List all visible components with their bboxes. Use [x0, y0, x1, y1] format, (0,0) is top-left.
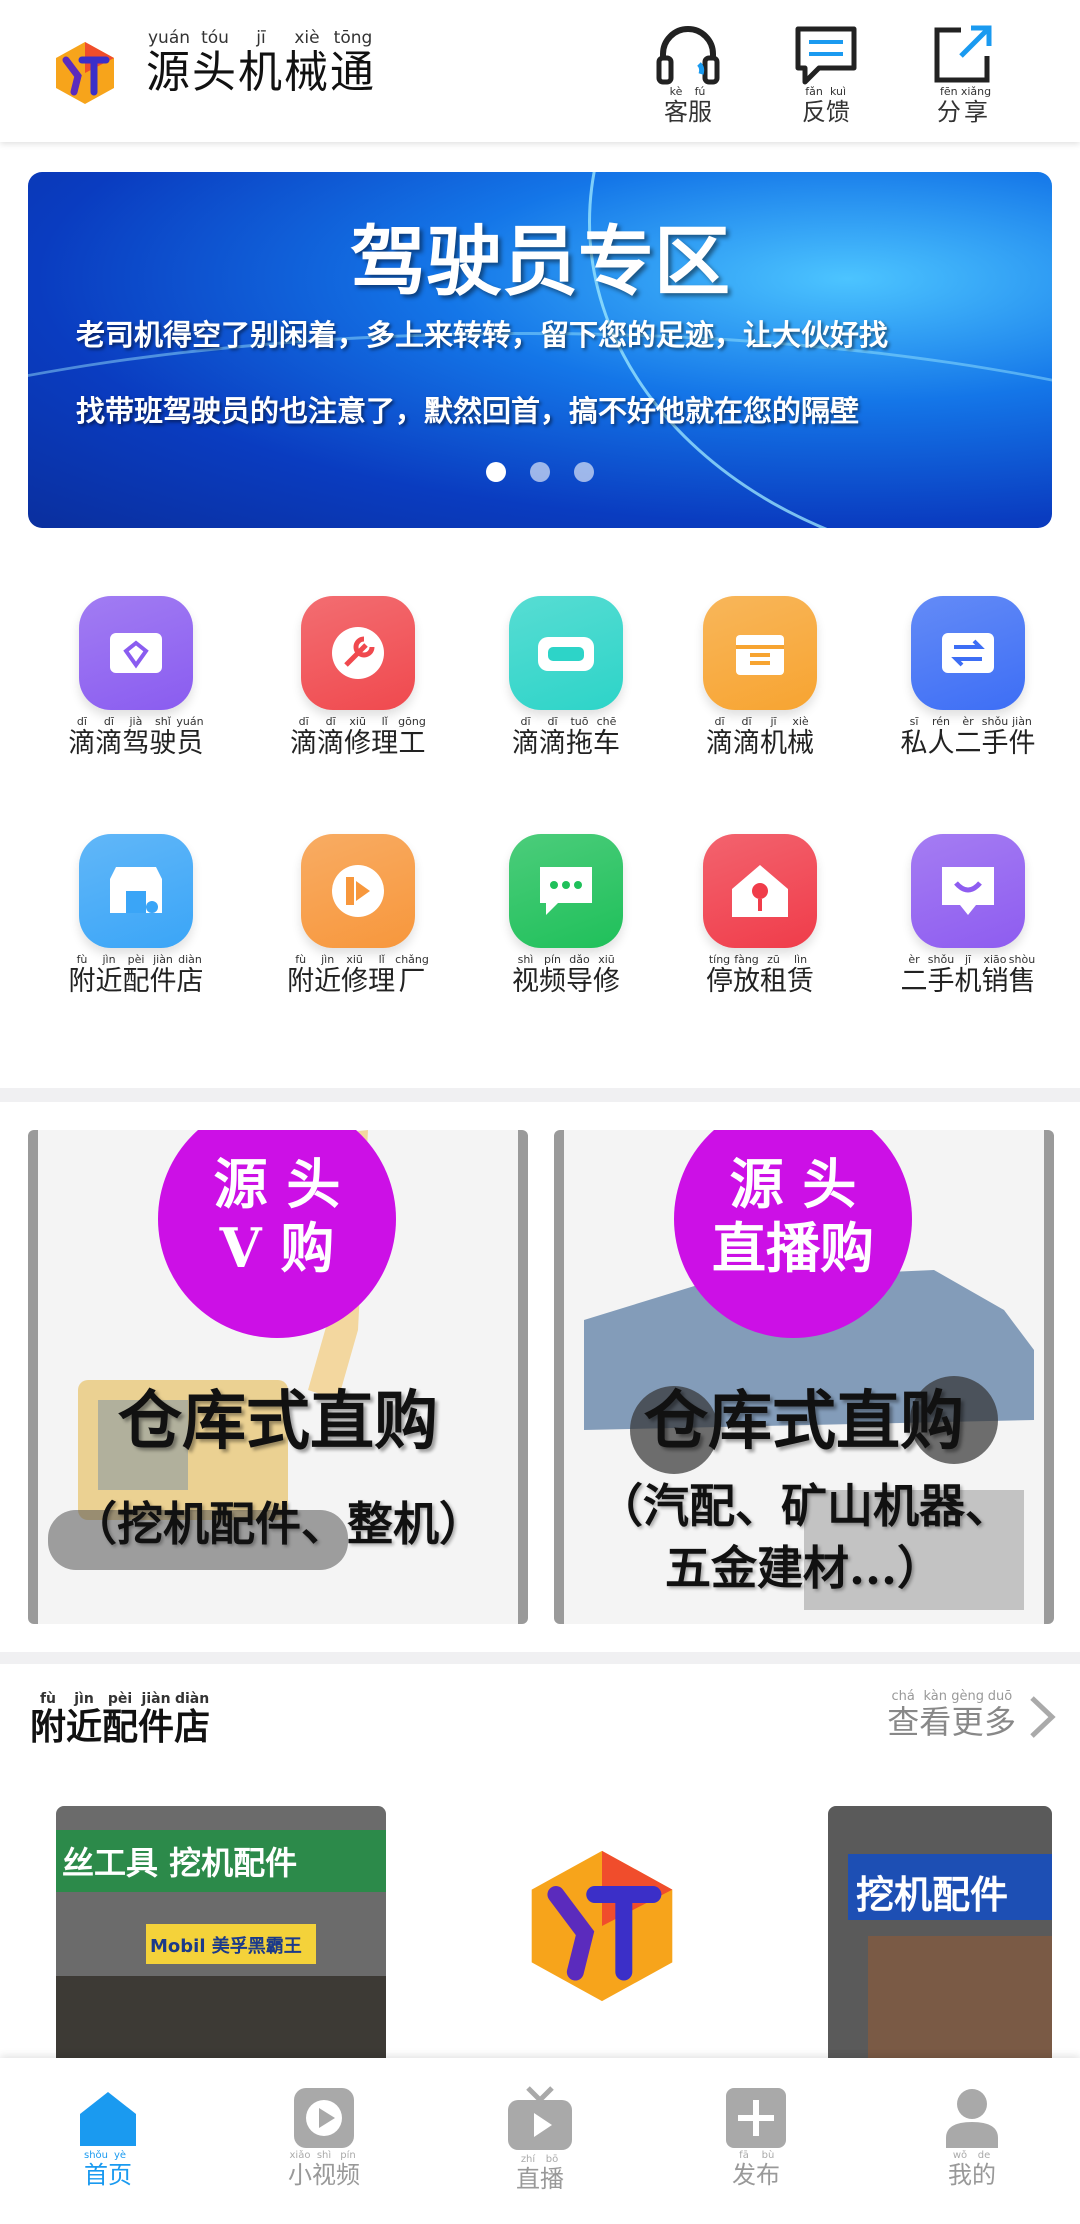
section-divider — [0, 1652, 1080, 1664]
grid-item-machinery[interactable]: 滴dī滴dī机jī械xiè — [660, 596, 860, 760]
top-header: 源yuán头tóu机jī械xiè通tōng 客kè服fú 反fǎn馈kuì 分f… — [0, 0, 1080, 142]
headset-icon — [656, 26, 720, 85]
grid-icon-bg — [301, 596, 415, 710]
feedback-button[interactable]: 反fǎn馈kuì — [776, 24, 876, 128]
chevron-right-icon — [1030, 1695, 1056, 1738]
customer-service-button[interactable]: 客kè服fú — [638, 24, 738, 128]
grid-item-label: 滴dī滴dī修xiū理lǐ工gōng — [290, 715, 426, 759]
smile-message-icon — [942, 867, 994, 915]
grid-item-repair-shop[interactable]: 附fù近jìn修xiū理lǐ厂chǎng — [258, 834, 458, 998]
grid-item-label: 滴dī滴dī机jī械xiè — [706, 715, 814, 759]
nav-home[interactable]: 首shǒu页yè — [28, 2086, 188, 2190]
banner-line-1: 老司机得空了别闲着，多上来转转，留下您的足迹，让大伙好找 — [76, 318, 889, 352]
banner-line-2: 找带班驾驶员的也注意了，默然回首，搞不好他就在您的隔壁 — [76, 394, 860, 428]
bottom-navigation: 首shǒu页yè 小xiǎo视shì频pín 直zhí播bō 发fā布bù 我w… — [0, 2058, 1080, 2224]
grid-item-label: 私sī人rén二èr手shǒu件jiàn — [900, 715, 1036, 759]
promo-subtitle: （汽配、矿山机器、 — [597, 1479, 1011, 1533]
promo-headline: 仓库式直购 — [644, 1384, 964, 1459]
grid-item-driver[interactable]: 滴dī滴dī驾jià驶shǐ员yuán — [36, 596, 236, 760]
grid-item-video-repair[interactable]: 视shì频pín导dǎo修xiū — [466, 834, 666, 998]
carousel-indicator[interactable] — [28, 462, 1052, 486]
promo-subtitle: （挖机配件、整机） — [71, 1497, 485, 1551]
grid-item-label: 滴dī滴dī驾jià驶shǐ员yuán — [68, 715, 204, 759]
promo-card-live-purchase[interactable]: 源 头直播购 仓库式直购 （汽配、矿山机器、 五金建材...） — [554, 1130, 1054, 1624]
see-more-link[interactable]: 查chá看kàn更gèng多duō — [887, 1689, 1058, 1743]
driver-zone-banner[interactable]: 驾驶员专区 老司机得空了别闲着，多上来转转，留下您的足迹，让大伙好找 找带班驾驶… — [28, 172, 1052, 528]
nearby-stores-title: 附fù近jìn配pèi件jiàn店diàn — [30, 1691, 211, 1748]
grid-item-label: 滴dī滴dī拖tuō车chē — [512, 715, 620, 759]
chat-bubble-icon — [540, 867, 592, 915]
shop-sign: 挖机配件 — [848, 1854, 1052, 1920]
wrench-icon — [332, 627, 384, 679]
grid-item-used-parts[interactable]: 私sī人rén二èr手shǒu件jiàn — [868, 596, 1068, 760]
grid-item-parts-store[interactable]: 附fù近jìn配pèi件jiàn店diàn — [36, 834, 236, 998]
grid-icon-bg — [509, 596, 623, 710]
grid-item-label: 停tíng放fàng租zū赁lìn — [706, 953, 814, 997]
banner-title: 驾驶员专区 — [350, 217, 730, 306]
shop-sign: 丝工具 挖机配件 — [56, 1830, 386, 1892]
nav-short-video[interactable]: 小xiǎo视shì频pín — [244, 2086, 404, 2190]
grid-icon-bg — [509, 834, 623, 948]
nav-publish[interactable]: 发fā布bù — [676, 2086, 836, 2190]
home-pin-icon — [732, 865, 788, 917]
promo-subtitle-2: 五金建材...） — [664, 1541, 944, 1595]
grid-icon-bg — [301, 834, 415, 948]
grid-item-label: 二èr手shǒu机jī销xiāo售shòu — [900, 953, 1036, 997]
user-icon — [946, 2089, 998, 2148]
home-icon — [80, 2092, 136, 2146]
feedback-icon — [795, 26, 857, 85]
grid-icon-bg — [911, 834, 1025, 948]
grid-icon-bg — [79, 834, 193, 948]
store-icon — [110, 867, 162, 913]
vr-goggles-icon — [538, 637, 594, 671]
carousel-dot-2[interactable] — [530, 462, 550, 482]
nav-live[interactable]: 直zhí播bō — [460, 2086, 620, 2194]
grid-icon-bg — [911, 596, 1025, 710]
shop-card-3[interactable]: 挖机配件 — [828, 1806, 1052, 2060]
factory-icon — [332, 865, 384, 917]
app-logo-icon — [531, 1850, 673, 2002]
diamond-wallet-icon — [110, 633, 162, 673]
box-icon — [736, 635, 784, 675]
grid-item-used-machine-sales[interactable]: 二èr手shǒu机jī销xiāo售shòu — [868, 834, 1068, 998]
carousel-dot-1[interactable] — [486, 462, 506, 482]
shop-sub-sign: Mobil 美孚黑霸王 — [146, 1924, 316, 1964]
grid-icon-bg — [703, 834, 817, 948]
shop-card-1[interactable]: 丝工具 挖机配件 Mobil 美孚黑霸王 — [56, 1806, 386, 2060]
grid-icon-bg — [703, 596, 817, 710]
carousel-dot-3[interactable] — [574, 462, 594, 482]
app-title: 源yuán头tóu机jī械xiè通tōng — [146, 28, 376, 98]
tv-icon — [508, 2086, 572, 2150]
app-logo-icon — [56, 42, 114, 104]
section-divider — [0, 1088, 1080, 1102]
grid-item-label: 附fù近jìn配pèi件jiàn店diàn — [68, 953, 204, 997]
grid-icon-bg — [79, 596, 193, 710]
grid-item-mechanic[interactable]: 滴dī滴dī修xiū理lǐ工gōng — [258, 596, 458, 760]
grid-item-label: 附fù近jìn修xiū理lǐ厂chǎng — [287, 953, 429, 997]
promo-headline: 仓库式直购 — [118, 1384, 438, 1459]
promo-card-v-purchase[interactable]: 源 头V 购 仓库式直购 （挖机配件、整机） — [28, 1130, 528, 1624]
share-icon — [934, 25, 992, 83]
grid-item-tow-truck[interactable]: 滴dī滴dī拖tuō车chē — [466, 596, 666, 760]
plus-icon — [726, 2088, 786, 2148]
shop-card-2[interactable] — [440, 1806, 800, 2060]
play-icon — [294, 2088, 354, 2148]
grid-item-parking-rental[interactable]: 停tíng放fàng租zū赁lìn — [660, 834, 860, 998]
exchange-icon — [942, 633, 994, 673]
share-button[interactable]: 分fēn享xiǎng — [914, 24, 1014, 128]
nav-mine[interactable]: 我wǒ的de — [892, 2086, 1052, 2190]
grid-item-label: 视shì频pín导dǎo修xiū — [512, 953, 620, 997]
